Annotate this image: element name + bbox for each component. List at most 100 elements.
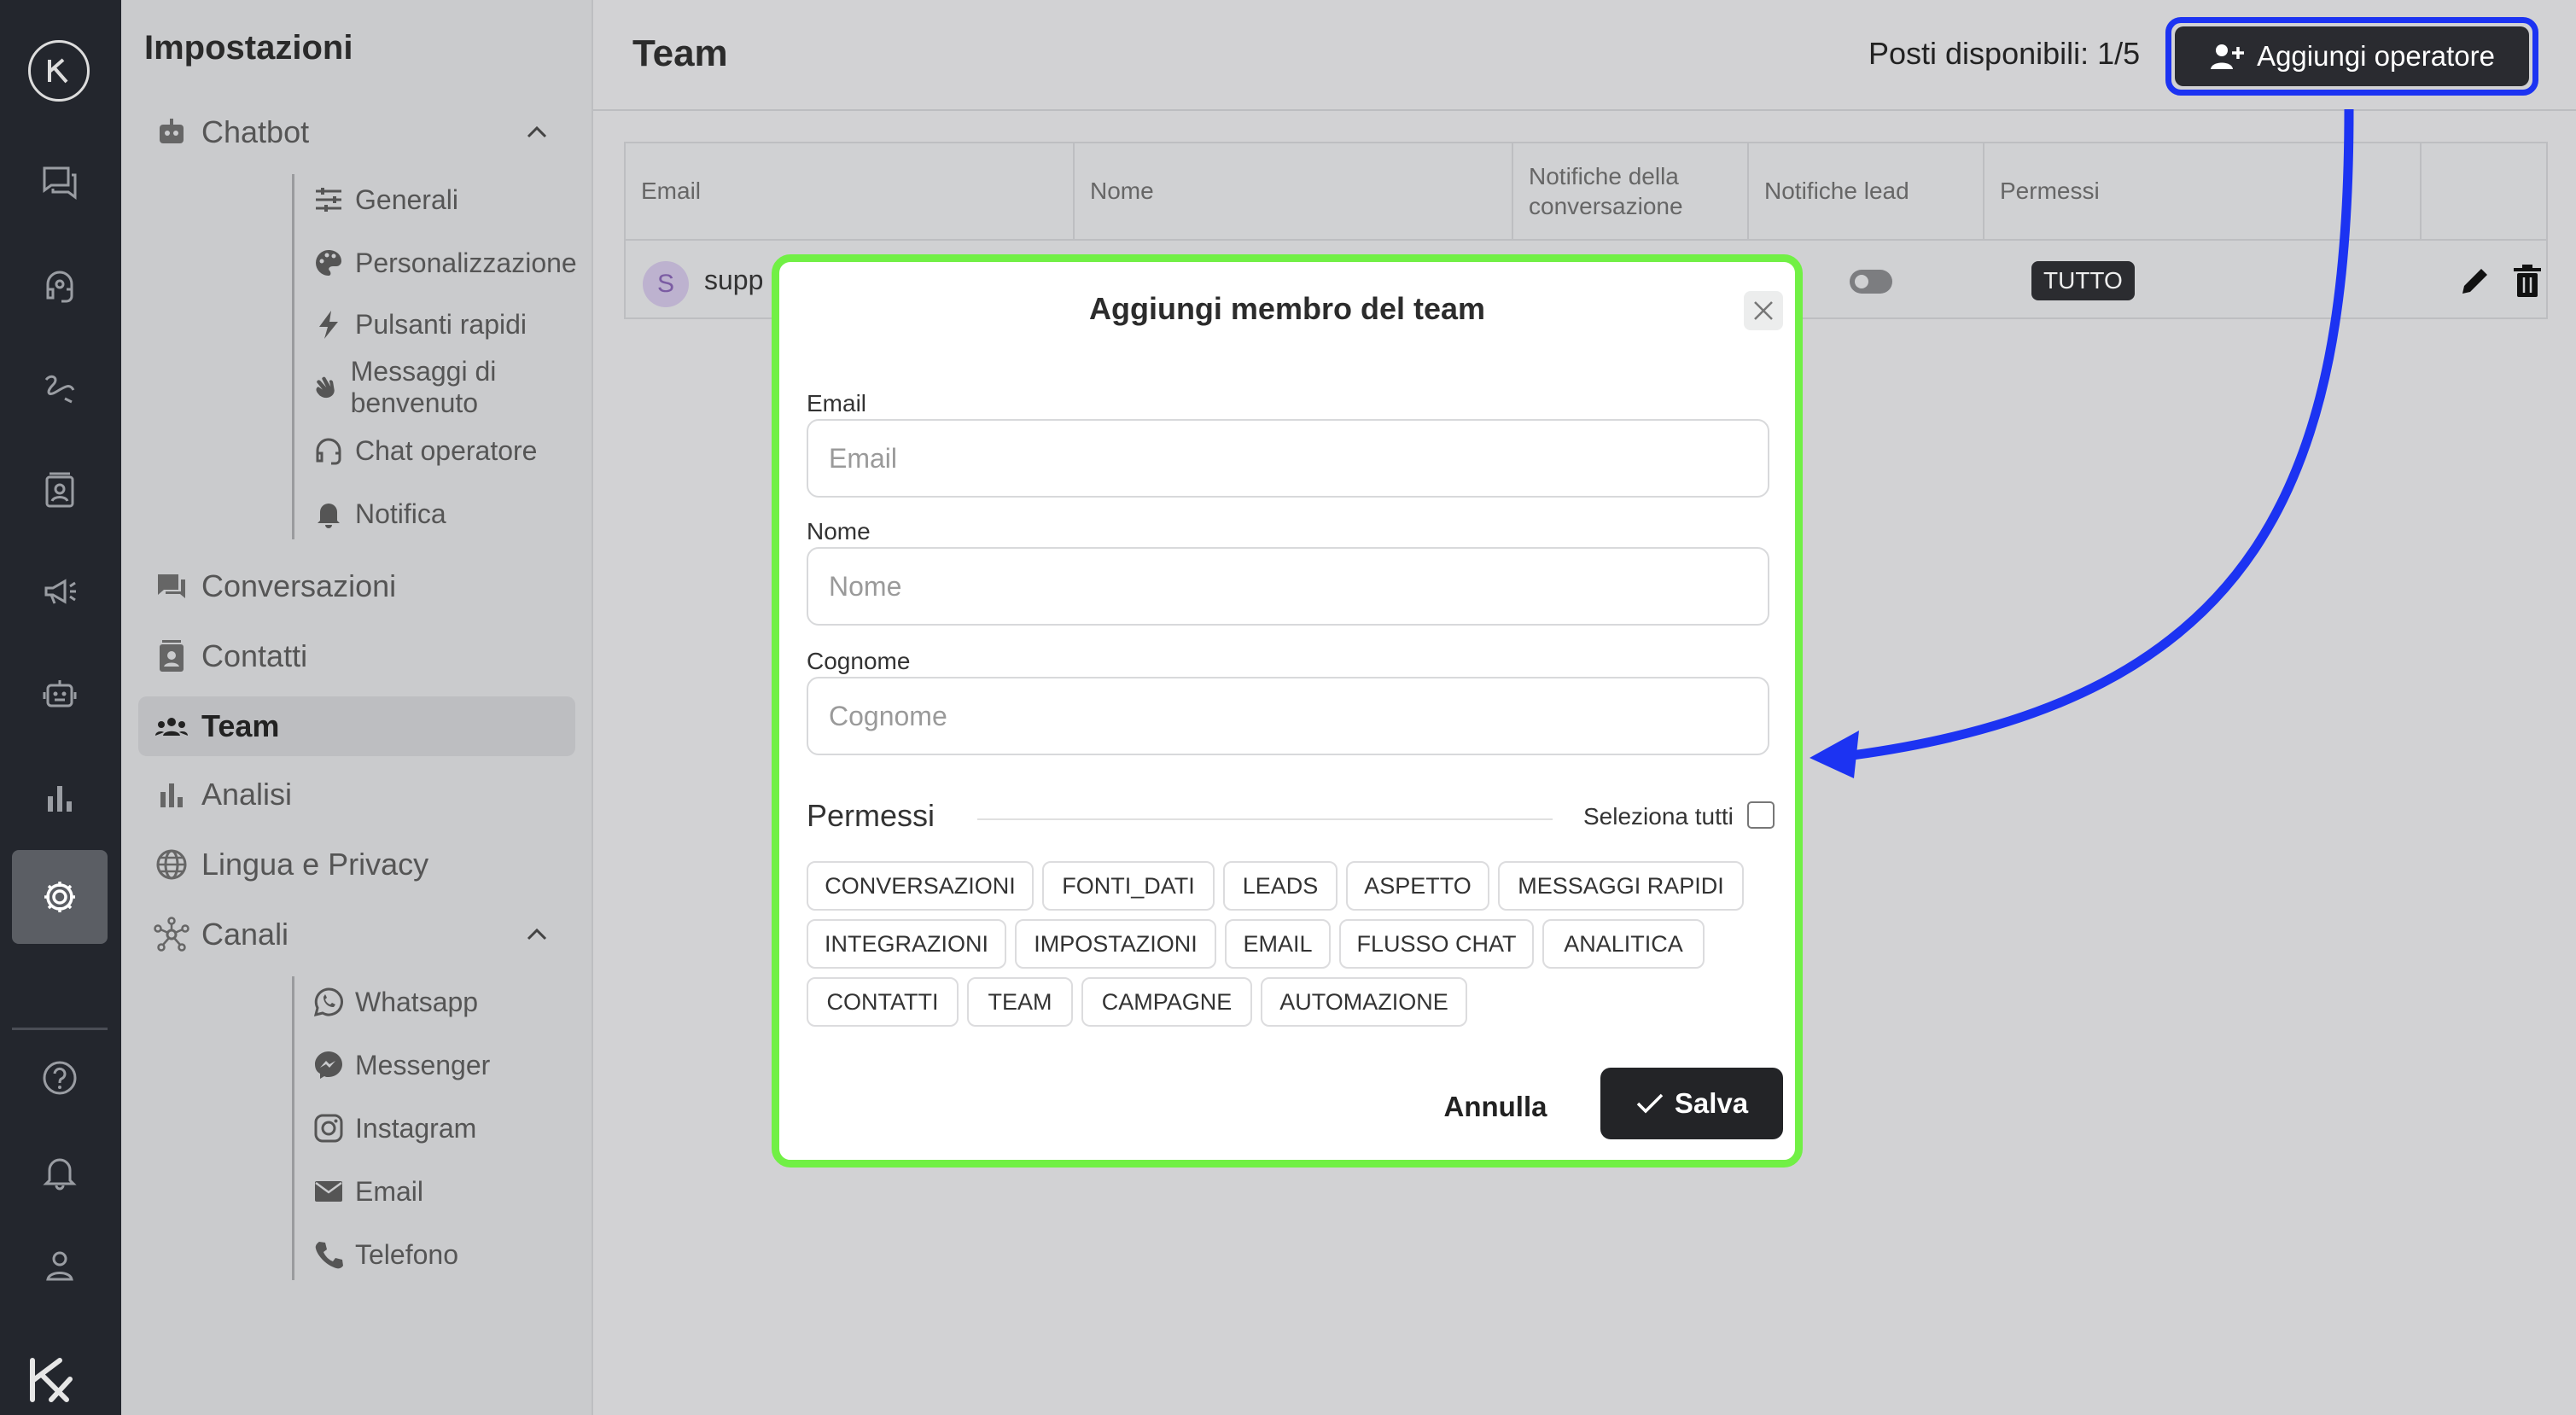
sidebar-subitem-personalizzazione[interactable]: Personalizzazione <box>312 237 577 288</box>
whatsapp-icon <box>313 987 343 1017</box>
email-label: Email <box>807 390 867 416</box>
scribble-icon[interactable] <box>25 358 95 418</box>
add-team-member-modal: Aggiungi membro del team Email Nome Cogn… <box>772 254 1803 1168</box>
rail-divider <box>12 1028 108 1030</box>
headset-icon[interactable] <box>25 256 95 316</box>
sidebar-subitem-notifica[interactable]: Notifica <box>312 488 446 539</box>
chevron-up-icon[interactable] <box>524 119 550 145</box>
sidebar-item-label: Chatbot <box>201 114 310 149</box>
sidebar-item-analisi[interactable]: Analisi <box>138 765 575 824</box>
permission-chip[interactable]: AUTOMAZIONE <box>1261 977 1467 1027</box>
close-button[interactable] <box>1744 291 1783 330</box>
column-header: Permessi <box>1984 143 2422 239</box>
surname-label: Cognome <box>807 648 911 674</box>
permission-chip[interactable]: CONVERSAZIONI <box>807 861 1034 911</box>
envelope-icon <box>315 1181 342 1202</box>
sidebar-item-label: Contatti <box>201 638 308 673</box>
sidebar-subitem-label: Messenger <box>355 1049 491 1080</box>
network-icon <box>154 917 189 952</box>
surname-field[interactable] <box>807 677 1769 755</box>
globe-icon <box>156 849 187 880</box>
pencil-icon[interactable] <box>2457 263 2493 299</box>
sidebar-item-team[interactable]: Team <box>138 696 575 756</box>
sidebar-item-chatbot[interactable]: Chatbot <box>138 102 575 162</box>
column-header: Notifiche lead <box>1749 143 1984 239</box>
permission-badge: TUTTO <box>2031 261 2135 300</box>
permission-chip[interactable]: IMPOSTAZIONI <box>1015 919 1216 969</box>
lightning-icon <box>319 311 338 339</box>
chat-bubbles-icon[interactable] <box>25 152 95 212</box>
bell-icon <box>318 504 340 528</box>
phone-icon <box>315 1242 343 1269</box>
permission-chip[interactable]: CONTATTI <box>807 977 959 1027</box>
row-email: supp <box>704 265 764 295</box>
megaphone-icon[interactable] <box>25 562 95 621</box>
sidebar-item-label: Analisi <box>201 777 293 812</box>
sidebar-subitem-messenger[interactable]: Messenger <box>312 1039 490 1091</box>
bar-chart-icon[interactable] <box>25 768 95 828</box>
sidebar-subitem-whatsapp[interactable]: Whatsapp <box>312 976 478 1028</box>
submenu-line <box>292 174 294 539</box>
chevron-up-icon[interactable] <box>524 922 550 947</box>
headset-icon <box>316 438 341 465</box>
avatar: S <box>643 261 689 307</box>
sidebar-item-label: Canali <box>201 917 289 952</box>
column-header: Nome <box>1075 143 1513 239</box>
waving-hand-icon <box>316 376 335 399</box>
email-field[interactable] <box>807 419 1769 498</box>
contact-card-icon[interactable] <box>25 461 95 521</box>
sidebar-subitem-label: Telefono <box>355 1238 458 1270</box>
sidebar-item-canali[interactable]: Canali <box>138 905 575 964</box>
robot-icon <box>160 119 184 143</box>
save-button[interactable]: Salva <box>1600 1068 1783 1139</box>
permissions-divider <box>977 818 1553 820</box>
sidebar-subitem-label: Messaggi di benvenuto <box>350 356 497 418</box>
permission-chip[interactable]: LEADS <box>1223 861 1338 911</box>
permission-chip[interactable]: FONTI_DATI <box>1042 861 1215 911</box>
select-all-label: Seleziona tutti <box>1583 803 1734 830</box>
column-header <box>2422 143 2548 239</box>
name-field[interactable] <box>807 547 1769 626</box>
sidebar-item-conversazioni[interactable]: Conversazioni <box>138 556 575 616</box>
close-icon <box>1754 301 1773 320</box>
sidebar-item-lingua-e-privacy[interactable]: Lingua e Privacy <box>138 835 575 894</box>
app-rail <box>0 0 121 1415</box>
workspace-logo[interactable] <box>28 40 90 102</box>
user-icon[interactable] <box>25 1236 95 1296</box>
permission-chip[interactable]: INTEGRAZIONI <box>807 919 1006 969</box>
chat-bubbles-icon <box>158 574 185 598</box>
bar-chart-icon <box>160 783 183 807</box>
help-icon[interactable] <box>25 1048 95 1108</box>
bell-icon[interactable] <box>25 1142 95 1202</box>
sidebar-subitem-email[interactable]: Email <box>312 1166 423 1217</box>
permission-chip[interactable]: ASPETTO <box>1346 861 1489 911</box>
permission-chip[interactable]: TEAM <box>967 977 1073 1027</box>
sidebar-subitem-telefono[interactable]: Telefono <box>312 1229 458 1280</box>
contact-card-icon <box>160 640 184 672</box>
permission-chip[interactable]: MESSAGGI RAPIDI <box>1498 861 1744 911</box>
sidebar-subitem-instagram[interactable]: Instagram <box>312 1103 476 1154</box>
add-operator-button[interactable]: Aggiungi operatore <box>2175 26 2529 86</box>
sidebar-subitem-chat-operatore[interactable]: Chat operatore <box>312 425 537 476</box>
sidebar-item-contatti[interactable]: Contatti <box>138 626 575 686</box>
sidebar-subitem-pulsanti-rapidi[interactable]: Pulsanti rapidi <box>312 299 527 350</box>
permission-chip[interactable]: FLUSSO CHAT <box>1339 919 1534 969</box>
add-operator-label: Aggiungi operatore <box>2257 40 2495 72</box>
sidebar-subitem-generali[interactable]: Generali <box>312 174 458 225</box>
lead-notifications-toggle[interactable] <box>1850 270 1892 294</box>
select-all-checkbox[interactable] <box>1747 801 1775 829</box>
sidebar-item-label: Lingua e Privacy <box>201 847 429 882</box>
permission-chip[interactable]: ANALITICA <box>1542 919 1705 969</box>
sidebar-subitem-messaggi-di-benvenuto[interactable]: Messaggi di benvenuto <box>312 356 592 418</box>
cancel-button[interactable]: Annulla <box>1437 1081 1554 1133</box>
sidebar-subitem-label: Notifica <box>355 498 446 529</box>
trash-icon[interactable] <box>2510 263 2544 299</box>
palette-icon <box>316 250 341 276</box>
name-label: Nome <box>807 518 871 544</box>
robot-icon[interactable] <box>25 664 95 724</box>
save-label: Salva <box>1674 1087 1749 1119</box>
submenu-line <box>292 976 294 1280</box>
permission-chip[interactable]: CAMPAGNE <box>1081 977 1252 1027</box>
gear-icon[interactable] <box>12 850 108 944</box>
permission-chip[interactable]: EMAIL <box>1225 919 1331 969</box>
